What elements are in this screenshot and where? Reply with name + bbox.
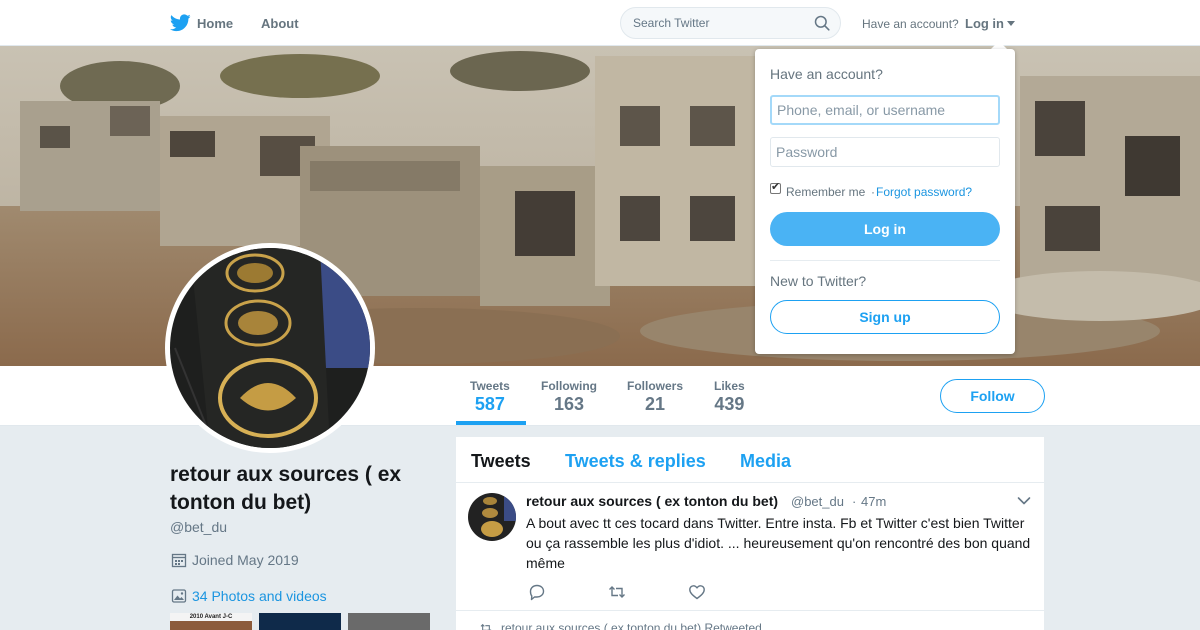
tab-tweets[interactable]: Tweets xyxy=(471,451,531,472)
separator-dot: · xyxy=(852,494,857,509)
stat-label: Tweets xyxy=(470,379,510,393)
image-icon xyxy=(171,589,187,603)
search-icon[interactable] xyxy=(814,15,830,31)
media-thumbnail[interactable] xyxy=(348,613,430,630)
username-field[interactable] xyxy=(770,95,1000,125)
dropdown-divider xyxy=(770,260,1000,261)
have-account-text: Have an account? xyxy=(862,17,959,31)
stat-tweets[interactable]: Tweets 587 xyxy=(470,379,510,415)
stat-value: 587 xyxy=(474,394,505,414)
search-box xyxy=(620,7,841,39)
tweet-avatar-image xyxy=(468,493,516,541)
signup-button[interactable]: Sign up xyxy=(770,300,1000,334)
retweeted-text[interactable]: retour aux sources ( ex tonton du bet) R… xyxy=(501,621,762,630)
calendar-icon xyxy=(171,553,187,568)
tweet-item[interactable]: retour aux sources ( ex tonton du bet) @… xyxy=(456,483,1044,611)
media-thumbnail[interactable] xyxy=(259,613,341,630)
stat-label: Likes xyxy=(714,379,745,393)
top-navigation-bar: Home About Have an account? Log in xyxy=(0,0,1200,46)
like-icon[interactable] xyxy=(688,583,706,601)
timeline: Tweets Tweets & replies Media retour aux… xyxy=(456,437,1044,630)
tweet-author-name[interactable]: retour aux sources ( ex tonton du bet) xyxy=(526,493,778,509)
stat-label: Followers xyxy=(627,379,684,393)
tweet-timestamp[interactable]: 47m xyxy=(861,494,886,509)
login-dropdown-toggle[interactable]: Log in xyxy=(965,16,1004,31)
separator-dot: · xyxy=(871,185,875,199)
photos-videos-link[interactable]: 34 Photos and videos xyxy=(192,588,327,604)
profile-name: retour aux sources ( ex tonton du bet) xyxy=(170,463,402,514)
tweet-text: A bout avec tt ces tocard dans Twitter. … xyxy=(526,515,1031,571)
joined-date: Joined May 2019 xyxy=(192,552,299,568)
stat-label: Following xyxy=(541,379,597,393)
timeline-tabs: Tweets Tweets & replies Media xyxy=(456,437,1044,483)
twitter-bird-icon[interactable] xyxy=(170,14,191,32)
retweet-icon[interactable] xyxy=(608,583,626,601)
nav-home-link[interactable]: Home xyxy=(197,16,233,31)
media-thumbnail[interactable]: 2010 Avant J-C xyxy=(170,613,252,630)
active-stat-underline xyxy=(456,421,526,425)
follow-button[interactable]: Follow xyxy=(940,379,1045,413)
stat-following[interactable]: Following 163 xyxy=(541,379,597,415)
login-button[interactable]: Log in xyxy=(770,212,1000,246)
remember-me-label[interactable]: Remember me xyxy=(786,185,865,199)
stat-likes[interactable]: Likes 439 xyxy=(714,379,745,415)
search-input[interactable] xyxy=(621,8,811,38)
stat-followers[interactable]: Followers 21 xyxy=(627,379,683,415)
forgot-password-link[interactable]: Forgot password? xyxy=(876,185,972,199)
thumbnail-caption: 2010 Avant J-C xyxy=(170,613,252,621)
stat-value: 163 xyxy=(553,394,585,414)
stat-value: 439 xyxy=(714,394,745,414)
caret-down-icon[interactable] xyxy=(1007,21,1015,26)
retweet-icon xyxy=(480,623,492,630)
nav-about-link[interactable]: About xyxy=(261,16,299,31)
tweet-author-handle[interactable]: @bet_du xyxy=(791,494,844,509)
new-to-twitter-text: New to Twitter? xyxy=(770,273,867,289)
checkmark-icon: ✔ xyxy=(771,181,781,193)
avatar-image xyxy=(170,248,370,448)
chevron-down-icon[interactable] xyxy=(1017,496,1031,506)
password-field[interactable] xyxy=(770,137,1000,167)
login-dropdown: Have an account? ✔ Remember me · Forgot … xyxy=(755,49,1015,354)
stat-value: 21 xyxy=(644,394,666,414)
dropdown-title: Have an account? xyxy=(770,66,883,82)
tweet-avatar[interactable] xyxy=(468,493,516,541)
tab-media[interactable]: Media xyxy=(740,451,791,472)
profile-handle[interactable]: @bet_du xyxy=(170,519,227,535)
reply-icon[interactable] xyxy=(528,583,546,601)
tab-tweets-replies[interactable]: Tweets & replies xyxy=(565,451,706,472)
retweeted-context: retour aux sources ( ex tonton du bet) R… xyxy=(480,621,762,630)
profile-avatar[interactable] xyxy=(165,243,375,453)
